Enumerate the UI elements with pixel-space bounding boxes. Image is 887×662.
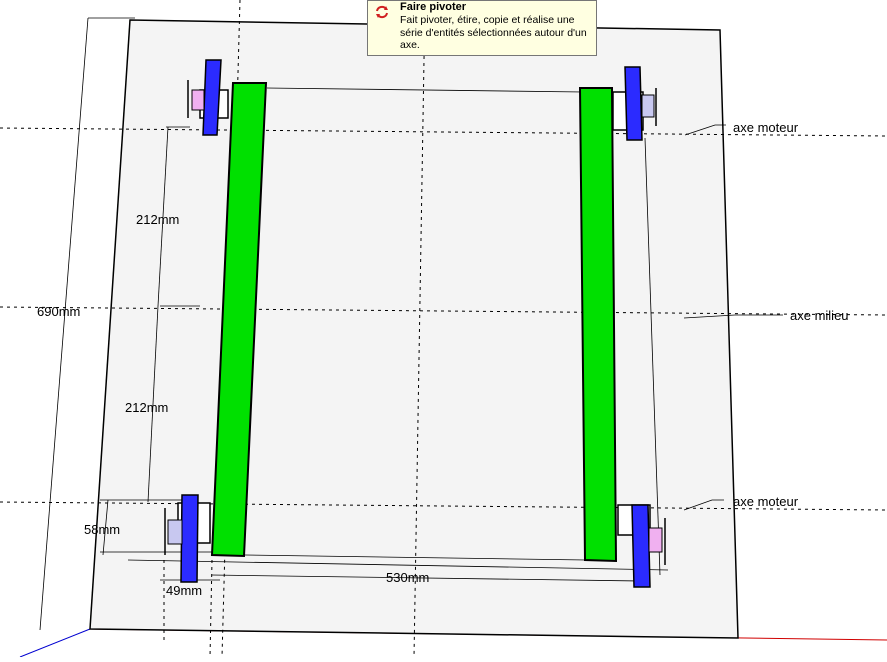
dim-690: 690mm — [37, 304, 80, 319]
axis-labels: axe moteur axe milieu axe moteur — [733, 120, 849, 509]
tooltip-title: Faire pivoter — [400, 1, 467, 13]
label-axe-milieu: axe milieu — [790, 308, 849, 323]
dim-212-top: 212mm — [136, 212, 179, 227]
blue-axis — [19, 628, 91, 658]
sketchup-viewport[interactable]: 212mm 212mm 690mm 58mm 49mm 530mm axe mo… — [0, 0, 887, 658]
dim-49: 49mm — [166, 583, 202, 598]
rotate-icon — [375, 5, 389, 19]
model-canvas[interactable]: 212mm 212mm 690mm 58mm 49mm 530mm axe mo… — [0, 0, 887, 658]
dim-58: 58mm — [84, 522, 120, 537]
dim-212-bottom: 212mm — [125, 400, 168, 415]
label-axe-moteur-top: axe moteur — [733, 120, 799, 135]
right-rail[interactable] — [578, 87, 618, 563]
tooltip-description: Fait pivoter, étire, copie et réalise un… — [400, 14, 587, 51]
tool-tooltip: Faire pivoter Fait pivoter, étire, copie… — [367, 0, 597, 56]
label-axe-moteur-bottom: axe moteur — [733, 494, 799, 509]
dim-530: 530mm — [386, 570, 429, 585]
